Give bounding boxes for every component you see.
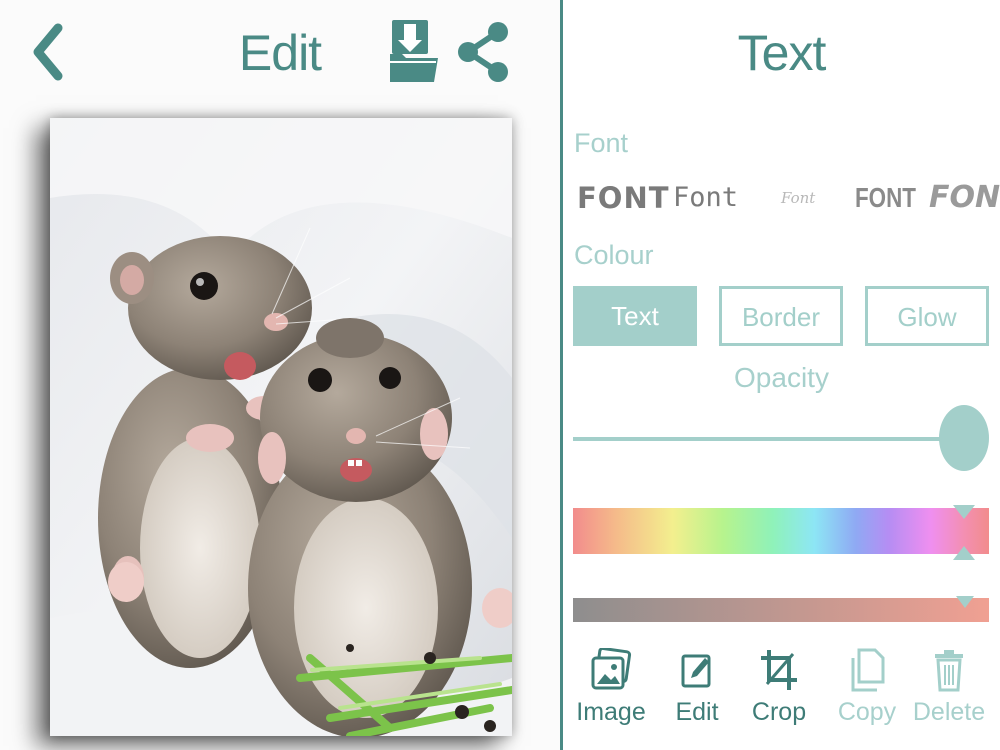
opacity-slider-thumb[interactable] [939,405,989,471]
colour-section-label: Colour [574,240,654,270]
edit-button-label: Edit [675,698,719,726]
hamsters-photo [50,118,512,736]
text-settings-panel: Text Font FONT Font Font FONT FONT Colou… [563,0,1000,750]
copy-icon [851,648,885,692]
hue-handle-bottom[interactable] [953,546,975,560]
save-to-folder-icon [390,20,438,82]
font-option-condensed[interactable]: FONT [855,178,916,218]
font-picker: FONT Font Font FONT FONT [563,172,1000,222]
chevron-left-icon [33,23,63,81]
font-option-bold[interactable]: FONT [577,178,670,218]
copy-button-label: Copy [837,698,897,726]
trash-icon [935,650,963,692]
font-option-script[interactable]: Font [781,178,815,218]
opacity-slider-track[interactable] [573,437,953,441]
shade-color-bar[interactable] [573,598,989,622]
crop-button-label: Crop [751,698,807,726]
shade-handle[interactable] [956,596,974,608]
delete-button-label: Delete [912,698,986,726]
image-gallery-icon [591,648,632,690]
font-option-typewriter[interactable]: Font [673,178,738,218]
share-button[interactable] [456,20,510,84]
font-option-distressed[interactable]: FONT [929,178,1000,218]
edit-button[interactable]: Edit [655,640,739,750]
image-button-label: Image [576,698,646,726]
hue-color-bar[interactable] [573,508,989,554]
editor-panel: Edit [0,0,560,750]
delete-button[interactable]: Delete [907,640,991,750]
bottom-toolbar: Image Edit Crop Copy Delete [563,640,1000,750]
colour-tab-border[interactable]: Border [719,286,843,346]
hue-handle-top[interactable] [953,505,975,519]
crop-button[interactable]: Crop [737,640,821,750]
font-section-label: Font [574,128,629,158]
pencil-icon [681,654,711,688]
colour-tab-text[interactable]: Text [573,286,697,346]
save-button[interactable] [388,18,442,84]
panel-title: Text [737,25,827,81]
opacity-label: Opacity [734,362,829,393]
back-button[interactable] [28,22,68,82]
crop-icon [761,650,797,690]
page-title: Edit [238,25,322,81]
colour-tab-glow[interactable]: Glow [865,286,989,346]
image-button[interactable]: Image [569,640,653,750]
photo-canvas[interactable] [50,118,512,736]
share-icon [458,22,508,82]
copy-button[interactable]: Copy [825,640,909,750]
